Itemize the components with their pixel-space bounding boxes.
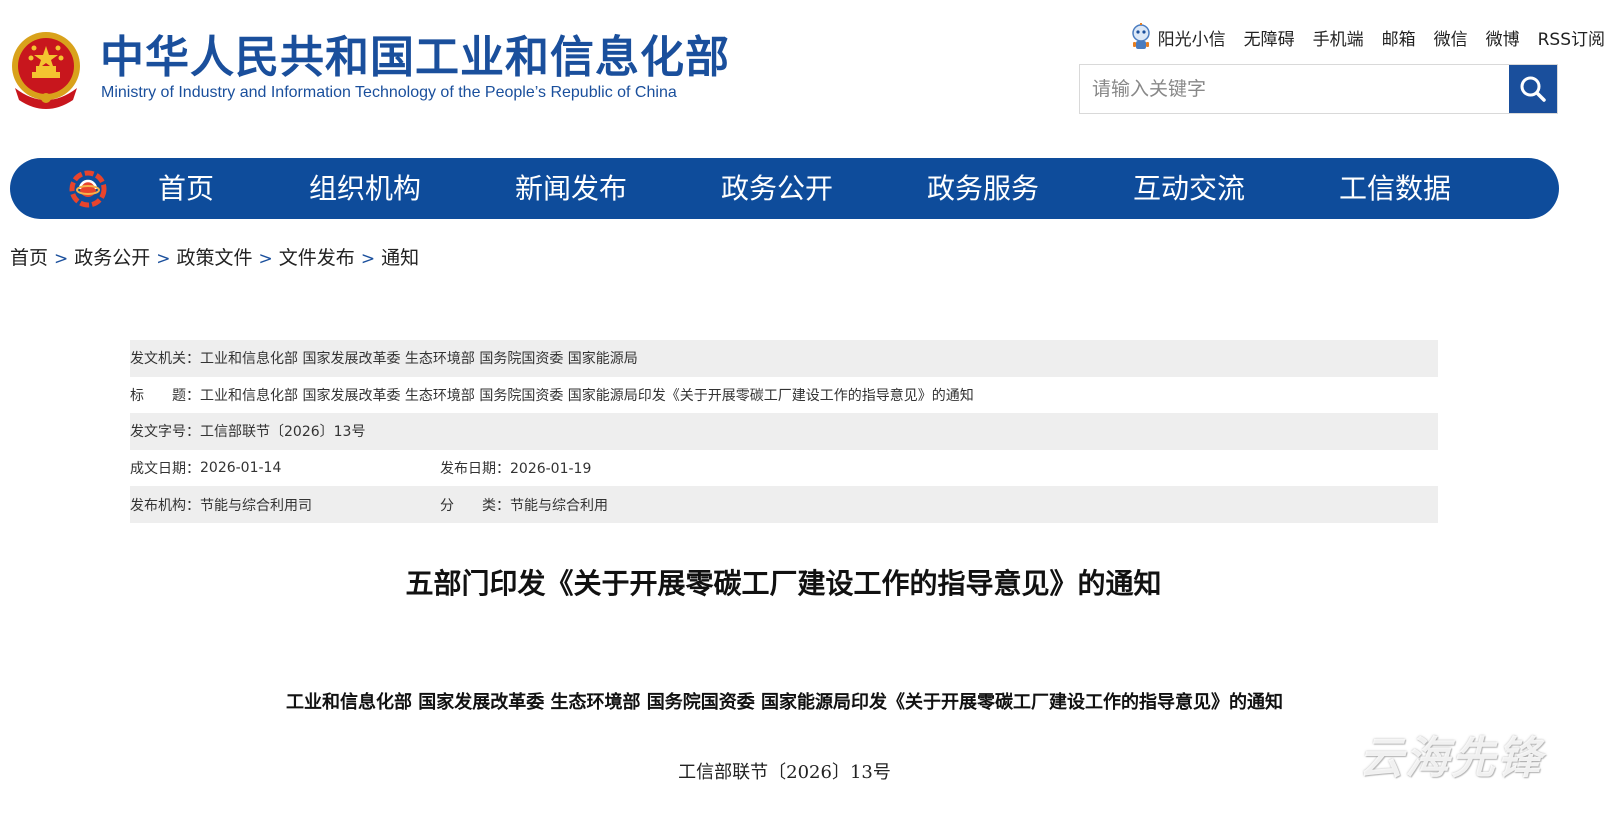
nav-gov-services[interactable]: 政务服务 [927, 158, 1039, 219]
category-value: 节能与综合利用 [510, 497, 608, 514]
main-nav: 首页 组织机构 新闻发布 政务公开 政务服务 互动交流 工信数据 [10, 158, 1559, 219]
nav-news[interactable]: 新闻发布 [515, 158, 627, 219]
robot-icon [1130, 22, 1152, 52]
search-button[interactable] [1509, 65, 1557, 113]
docno-value: 工信部联节〔2026〕13号 [200, 424, 366, 441]
meta-row-issuer: 发文机关： 工业和信息化部 国家发展改革委 生态环境部 国务院国资委 国家能源局 [130, 340, 1438, 377]
meta-row-title: 标 题： 工业和信息化部 国家发展改革委 生态环境部 国务院国资委 国家能源局印发… [130, 377, 1438, 414]
created-value: 2026-01-14 [200, 460, 282, 477]
nav-data[interactable]: 工信数据 [1339, 158, 1451, 219]
published-value: 2026-01-19 [510, 461, 592, 478]
site-title-cn: 中华人民共和国工业和信息化部 [100, 32, 730, 83]
issuer-label: 发文机关： [130, 351, 200, 368]
breadcrumb: 首页 > 政务公开 > 政策文件 > 文件发布 > 通知 [10, 243, 419, 270]
breadcrumb-separator: > [156, 249, 171, 269]
docno-label: 发文字号： [130, 424, 200, 441]
toplink-wechat[interactable]: 微信 [1434, 25, 1468, 50]
document-meta-table: 发文机关： 工业和信息化部 国家发展改革委 生态环境部 国务院国资委 国家能源局 … [130, 340, 1438, 523]
breadcrumb-separator: > [258, 249, 273, 269]
toplink-rss[interactable]: RSS订阅 [1538, 25, 1605, 50]
meta-row-dates: 成文日期： 2026-01-14 发布日期：2026-01-19 [130, 450, 1438, 487]
search-box [1079, 64, 1558, 114]
published-label: 发布日期： [440, 461, 510, 478]
miit-logo-icon [68, 169, 108, 209]
category-label: 分 类： [440, 497, 510, 514]
org-value: 节能与综合利用司 [200, 497, 312, 514]
nav-home[interactable]: 首页 [158, 158, 214, 219]
site-title-en: Ministry of Industry and Information Tec… [101, 84, 677, 101]
toplink-mail[interactable]: 邮箱 [1382, 25, 1416, 50]
meta-row-docno: 发文字号： 工信部联节〔2026〕13号 [130, 413, 1438, 450]
document-code: 工信部联节〔2026〕13号 [678, 762, 891, 783]
document-heading: 工业和信息化部 国家发展改革委 生态环境部 国务院国资委 国家能源局印发《关于开… [285, 692, 1284, 713]
national-emblem-icon[interactable] [9, 28, 83, 110]
breadcrumb-policy-docs[interactable]: 政策文件 [177, 247, 253, 269]
created-label: 成文日期： [130, 461, 200, 478]
toplink-accessibility[interactable]: 无障碍 [1244, 25, 1295, 50]
breadcrumb-separator: > [54, 249, 69, 269]
document-title: 五部门印发《关于开展零碳工厂建设工作的指导意见》的通知 [405, 567, 1162, 600]
watermark: 云海先锋 [1359, 733, 1543, 784]
breadcrumb-home[interactable]: 首页 [10, 247, 48, 269]
top-links: 阳光小信 无障碍 手机端 邮箱 微信 微博 RSS订阅 [1112, 22, 1605, 52]
toplink-sunshine-xiaoxin[interactable]: 阳光小信 [1130, 22, 1226, 52]
org-label: 发布机构： [130, 497, 200, 514]
toplink-mobile[interactable]: 手机端 [1313, 25, 1364, 50]
breadcrumb-file-release[interactable]: 文件发布 [279, 247, 355, 269]
meta-row-org: 发布机构： 节能与综合利用司 分 类：节能与综合利用 [130, 486, 1438, 523]
title-label: 标 题： [130, 387, 200, 404]
search-input[interactable] [1080, 65, 1508, 113]
breadcrumb-separator: > [360, 249, 376, 269]
toplink-weibo[interactable]: 微博 [1486, 25, 1520, 50]
issuer-value: 工业和信息化部 国家发展改革委 生态环境部 国务院国资委 国家能源局 [200, 351, 638, 368]
nav-organization[interactable]: 组织机构 [309, 158, 421, 219]
nav-gov-affairs[interactable]: 政务公开 [721, 158, 833, 219]
nav-interaction[interactable]: 互动交流 [1133, 158, 1245, 219]
search-icon [1520, 76, 1546, 102]
breadcrumb-gov-affairs[interactable]: 政务公开 [74, 247, 150, 269]
title-value: 工业和信息化部 国家发展改革委 生态环境部 国务院国资委 国家能源局印发《关于开… [200, 387, 974, 404]
breadcrumb-notice[interactable]: 通知 [381, 247, 419, 269]
toplink-label: 阳光小信 [1157, 29, 1226, 50]
